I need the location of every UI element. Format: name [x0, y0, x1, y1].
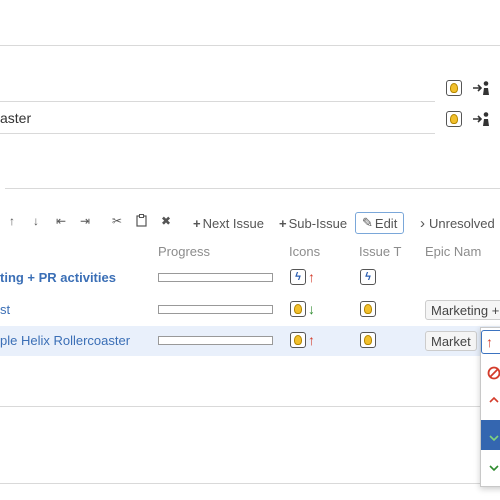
blocker-icon [487, 366, 500, 380]
lightbulb-icon[interactable] [446, 111, 462, 127]
move-up-icon[interactable]: ↑ [9, 214, 15, 228]
plus-icon: + [193, 215, 201, 231]
priority-up-icon: ↑ [308, 332, 315, 348]
cut-icon[interactable]: ✂ [112, 214, 122, 228]
assign-person-icon[interactable] [472, 111, 492, 127]
issue-summary[interactable]: ple Helix Rollercoaster [0, 333, 130, 348]
next-issue-label: Next Issue [202, 215, 265, 231]
lightning-icon: ϟ [360, 269, 376, 285]
field-1-actions [446, 80, 492, 96]
assign-person-icon[interactable] [472, 80, 492, 96]
field-2-actions [446, 111, 492, 127]
field-divider-2 [0, 133, 435, 134]
field-divider-1 [0, 101, 435, 102]
edit-button[interactable]: ✎ Edit [355, 212, 405, 234]
lightbulb-icon [360, 332, 376, 348]
column-header-icons[interactable]: Icons [289, 244, 320, 259]
lightbulb-icon [290, 332, 306, 348]
priority-up-icon: ↑ [308, 269, 315, 285]
priority-select[interactable]: ↑ [481, 330, 500, 354]
plus-icon: + [279, 215, 287, 231]
table-bottom-divider [0, 406, 480, 407]
icons-cell: ϟ ↑ [290, 269, 315, 285]
pencil-icon: ✎ [362, 215, 373, 230]
lightbulb-icon[interactable] [446, 80, 462, 96]
page-bottom-divider [0, 483, 480, 484]
progress-bar [158, 336, 273, 345]
column-header-progress[interactable]: Progress [158, 244, 210, 259]
edit-label: Edit [374, 215, 398, 231]
unresolved-label: Unresolved [429, 215, 495, 231]
sub-issue-button[interactable]: + Sub-Issue [279, 212, 347, 234]
next-issue-button[interactable]: + Next Issue [193, 212, 264, 234]
epic-tag[interactable]: Marketing + [425, 300, 500, 320]
summary-field-text[interactable]: aster [0, 110, 31, 126]
unresolved-filter-button[interactable]: › Unresolved [420, 212, 495, 234]
sub-issue-label: Sub-Issue [288, 215, 348, 231]
issue-type-cell: ϟ [360, 269, 376, 285]
epic-tag[interactable]: Market [425, 331, 477, 351]
top-divider [0, 45, 500, 46]
dropdown-option[interactable] [481, 420, 500, 450]
dropdown-option[interactable] [481, 452, 500, 482]
table-row[interactable]: st ↓ Marketing + [0, 295, 500, 325]
move-last-icon[interactable]: ⇥ [80, 214, 90, 228]
priority-down-icon: ↓ [308, 301, 315, 317]
progress-bar [158, 305, 273, 314]
column-header-epic-name[interactable]: Epic Nam [425, 244, 481, 259]
priority-high-icon [489, 396, 499, 403]
issue-summary[interactable]: ting + PR activities [0, 270, 116, 285]
delete-icon[interactable]: ✖ [161, 214, 171, 228]
column-header-issue-type[interactable]: Issue T [359, 244, 401, 259]
table-row[interactable]: ple Helix Rollercoaster ↑ Market [0, 326, 500, 356]
move-first-icon[interactable]: ⇤ [56, 214, 66, 228]
progress-bar [158, 273, 273, 282]
chevron-right-icon: › [420, 214, 425, 232]
paste-icon[interactable] [136, 214, 147, 230]
icons-cell: ↓ [290, 301, 315, 317]
lightbulb-icon [360, 301, 376, 317]
lightbulb-icon [290, 301, 306, 317]
dropdown-option[interactable] [481, 358, 500, 388]
table-row[interactable]: ting + PR activities ϟ ↑ ϟ [0, 263, 500, 293]
priority-lowest-icon [489, 465, 499, 472]
move-down-icon[interactable]: ↓ [33, 214, 39, 228]
issue-summary[interactable]: st [0, 302, 10, 317]
lightning-icon: ϟ [290, 269, 306, 285]
priority-up-icon: ↑ [486, 334, 493, 350]
section-divider [5, 188, 500, 189]
dropdown-option[interactable] [481, 388, 500, 418]
icons-cell: ↑ [290, 332, 315, 348]
issue-type-cell [360, 301, 376, 317]
issue-type-cell [360, 332, 376, 348]
structure-toolbar: ↑ ↓ ⇤ ⇥ ✂ ✖ + Next Issue + Sub-Issue ✎ E… [0, 212, 500, 234]
priority-low-icon [489, 435, 499, 442]
